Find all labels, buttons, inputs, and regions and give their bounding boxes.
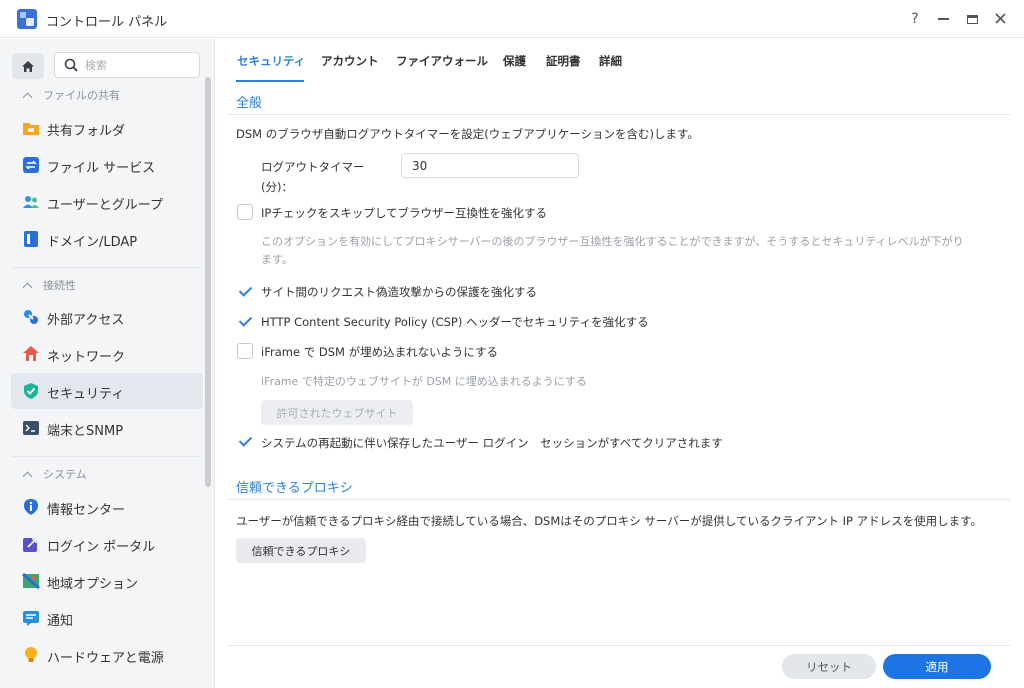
clear-sessions-label[interactable]: システムの再起動に伴い保存したユーザー ログイン セッションがすべてクリアされま…: [261, 435, 723, 451]
ip-check-hint-line1: このオプションを有効にしてプロキシサーバーの後のブラウザー互換性を強化することが…: [261, 235, 964, 248]
sidebar-item-terminal-snmp[interactable]: 端末とSNMP: [11, 410, 203, 446]
sidebar-item-notification[interactable]: 通知: [11, 600, 203, 636]
apply-button[interactable]: 適用: [883, 654, 991, 679]
terminal-icon: [23, 421, 39, 435]
close-button[interactable]: [990, 9, 1010, 29]
section-connectivity[interactable]: 接続性: [22, 275, 76, 295]
help-button[interactable]: ?: [905, 9, 925, 29]
control-panel-icon: [17, 9, 37, 29]
main-content: セキュリティ アカウント ファイアウォール 保護 証明書 詳細 全般 DSM の…: [216, 39, 1024, 688]
csrf-protection-checkbox[interactable]: [237, 283, 253, 299]
sidebar-item-hardware-power[interactable]: ハードウェアと電源: [11, 637, 203, 673]
info-icon: [24, 499, 38, 515]
window-title: コントロール パネル: [46, 15, 168, 30]
section-label: 接続性: [43, 279, 76, 292]
csrf-protection-label[interactable]: サイト間のリクエスト偽造攻撃からの保護を強化する: [261, 284, 537, 300]
section-label: システム: [43, 468, 87, 481]
general-section-title: 全般: [236, 96, 263, 111]
logout-timer-input[interactable]: [401, 153, 579, 178]
map-icon: [22, 572, 40, 590]
sidebar-item-security[interactable]: セキュリティ: [11, 373, 203, 409]
tab-protection[interactable]: 保護: [503, 53, 526, 69]
sidebar-item-regional-options[interactable]: 地域オプション: [11, 563, 203, 599]
sidebar: ファイルの共有 共有フォルダ ファイル サービス ユーザーとグループ ドメイン/…: [0, 39, 215, 688]
iframe-block-checkbox[interactable]: [237, 343, 253, 359]
network-icon: [23, 346, 39, 361]
trusted-proxy-button[interactable]: 信頼できるプロキシ: [236, 538, 366, 563]
tab-certificate[interactable]: 証明書: [546, 53, 581, 69]
sidebar-item-external-access[interactable]: 外部アクセス: [11, 299, 203, 335]
search-input[interactable]: [85, 57, 195, 73]
home-button[interactable]: [12, 53, 44, 79]
sidebar-scrollbar[interactable]: [205, 77, 211, 487]
footer-divider: [228, 645, 1010, 646]
minimize-icon: [937, 18, 949, 20]
tab-bar: セキュリティ アカウント ファイアウォール 保護 証明書 詳細: [216, 39, 1024, 83]
iframe-hint: iFrame で特定のウェブサイトが DSM に埋め込まれるようにする: [261, 375, 587, 388]
chevron-up-icon: [22, 282, 33, 292]
sidebar-item-login-portal[interactable]: ログイン ポータル: [11, 526, 203, 562]
login-portal-icon: [23, 538, 37, 552]
tab-firewall[interactable]: ファイアウォール: [396, 53, 488, 69]
sidebar-item-file-services[interactable]: ファイル サービス: [11, 147, 203, 183]
users-icon: [23, 196, 39, 208]
maximize-icon: [966, 14, 978, 24]
folder-icon: [23, 123, 39, 135]
shield-icon: [24, 383, 38, 399]
section-divider: [228, 114, 1010, 115]
bulb-icon: [25, 647, 37, 662]
reset-button[interactable]: リセット: [782, 654, 876, 679]
ip-check-hint-line2: ます。: [261, 253, 293, 266]
maximize-button[interactable]: [962, 9, 982, 29]
active-tab-indicator: [236, 80, 304, 82]
search-icon: [64, 58, 78, 72]
sidebar-item-network[interactable]: ネットワーク: [11, 336, 203, 372]
allowed-websites-button[interactable]: 許可されたウェブサイト: [261, 400, 413, 425]
iframe-block-label[interactable]: iFrame で DSM が埋め込まれないようにする: [261, 344, 498, 360]
domain-icon: [24, 231, 38, 247]
notification-icon: [23, 611, 39, 626]
chevron-up-icon: [22, 92, 33, 102]
section-file-sharing[interactable]: ファイルの共有: [22, 85, 120, 105]
section-divider: [12, 267, 202, 268]
chevron-up-icon: [22, 471, 33, 481]
tab-advanced[interactable]: 詳細: [599, 53, 622, 69]
section-divider: [12, 456, 202, 457]
trusted-proxy-section-title: 信頼できるプロキシ: [236, 481, 353, 496]
logout-timer-description: DSM のブラウザ自動ログアウトタイマーを設定(ウェブアプリケーションを含む)し…: [236, 127, 699, 141]
sidebar-item-shared-folder[interactable]: 共有フォルダ: [11, 110, 203, 146]
tab-account[interactable]: アカウント: [321, 53, 379, 69]
title-bar: コントロール パネル ?: [0, 0, 1024, 38]
sidebar-item-info-center[interactable]: 情報センター: [11, 489, 203, 525]
section-system[interactable]: システム: [22, 464, 87, 484]
home-icon: [22, 60, 34, 72]
logout-timer-label: ログアウトタイマー (分)：: [261, 160, 365, 194]
external-access-icon: [24, 310, 38, 324]
minimize-button[interactable]: [933, 9, 953, 29]
sidebar-item-users-groups[interactable]: ユーザーとグループ: [11, 184, 203, 220]
section-divider: [228, 499, 1010, 500]
ip-check-label[interactable]: IPチェックをスキップしてブラウザー互換性を強化する: [261, 205, 547, 221]
trusted-proxy-description: ユーザーが信頼できるプロキシ経由で接続している場合、DSMはそのプロキシ サーバ…: [236, 514, 982, 528]
file-services-icon: [23, 157, 39, 173]
tab-security[interactable]: セキュリティ: [237, 53, 305, 69]
sidebar-item-domain-ldap[interactable]: ドメイン/LDAP: [11, 221, 203, 257]
csp-header-label[interactable]: HTTP Content Security Policy (CSP) ヘッダーで…: [261, 314, 649, 330]
close-icon: [994, 13, 1006, 24]
search-box[interactable]: [54, 52, 200, 78]
section-label: ファイルの共有: [43, 89, 120, 102]
csp-header-checkbox[interactable]: [237, 313, 253, 329]
clear-sessions-checkbox[interactable]: [237, 433, 253, 449]
ip-check-checkbox[interactable]: [237, 204, 253, 220]
